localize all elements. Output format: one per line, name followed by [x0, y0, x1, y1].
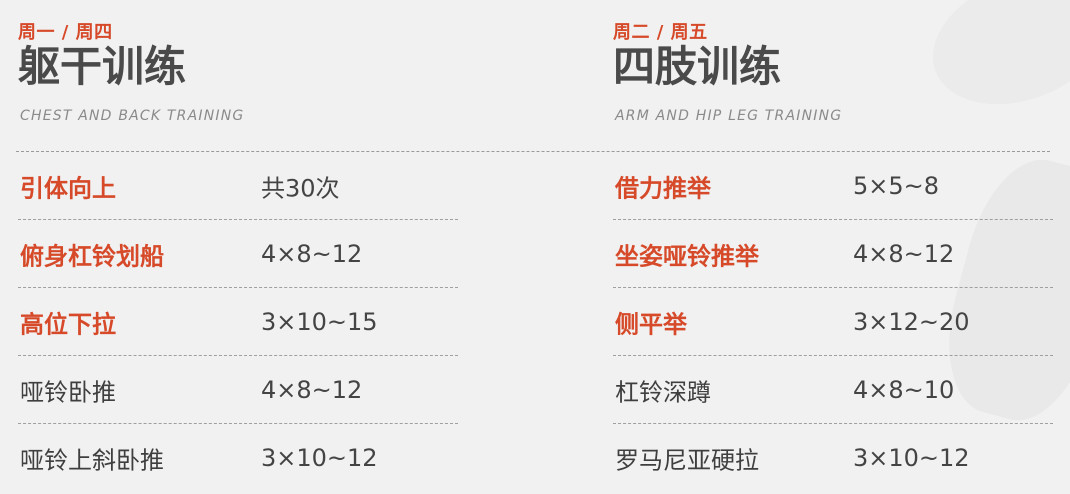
exercise-reps: 5×5~8: [853, 171, 940, 200]
exercise-reps: 4×8~12: [261, 239, 363, 268]
exercise-name: 侧平举: [615, 310, 687, 338]
exercise-row: 哑铃卧推 4×8~12: [18, 356, 458, 424]
exercise-reps: 3×10~15: [261, 307, 378, 336]
section-subtitle: CHEST AND BACK TRAINING: [20, 108, 245, 124]
exercise-list: 借力推举 5×5~8 坐姿哑铃推举 4×8~12 侧平举 3×12~20 杠铃深…: [613, 152, 1053, 492]
exercise-reps: 3×10~12: [853, 444, 970, 472]
exercise-reps: 3×12~20: [853, 307, 970, 336]
exercise-name: 哑铃卧推: [20, 378, 116, 406]
exercise-row: 俯身杠铃划船 4×8~12: [18, 220, 458, 288]
exercise-name: 高位下拉: [20, 310, 116, 338]
exercise-name: 杠铃深蹲: [615, 378, 711, 406]
schedule-days: 周二 / 周五: [613, 22, 708, 43]
exercise-row: 侧平举 3×12~20: [613, 288, 1053, 356]
exercise-name: 引体向上: [20, 174, 116, 202]
exercise-row: 高位下拉 3×10~15: [18, 288, 458, 356]
exercise-row: 哑铃上斜卧推 3×10~12: [18, 424, 458, 492]
exercise-row: 借力推举 5×5~8: [613, 152, 1053, 220]
exercise-reps: 4×8~12: [261, 375, 363, 404]
exercise-reps: 4×8~10: [853, 375, 955, 404]
exercise-name: 俯身杠铃划船: [20, 242, 164, 270]
background-decoration: [914, 0, 1070, 128]
exercise-row: 引体向上 共30次: [18, 152, 458, 220]
exercise-reps: 4×8~12: [853, 239, 955, 268]
section-title: 四肢训练: [613, 42, 782, 91]
exercise-name: 罗马尼亚硬拉: [615, 446, 759, 475]
exercise-reps: 共30次: [261, 174, 340, 202]
schedule-days: 周一 / 周四: [18, 22, 113, 43]
exercise-name: 坐姿哑铃推举: [615, 242, 759, 270]
exercise-name: 哑铃上斜卧推: [20, 446, 164, 475]
section-subtitle: ARM AND HIP LEG TRAINING: [615, 108, 843, 124]
exercise-row: 坐姿哑铃推举 4×8~12: [613, 220, 1053, 288]
exercise-row: 杠铃深蹲 4×8~10: [613, 356, 1053, 424]
exercise-list: 引体向上 共30次 俯身杠铃划船 4×8~12 高位下拉 3×10~15 哑铃卧…: [18, 152, 458, 492]
exercise-reps: 3×10~12: [261, 444, 378, 472]
exercise-row: 罗马尼亚硬拉 3×10~12: [613, 424, 1053, 492]
exercise-name: 借力推举: [615, 174, 711, 202]
section-title: 躯干训练: [18, 42, 187, 91]
